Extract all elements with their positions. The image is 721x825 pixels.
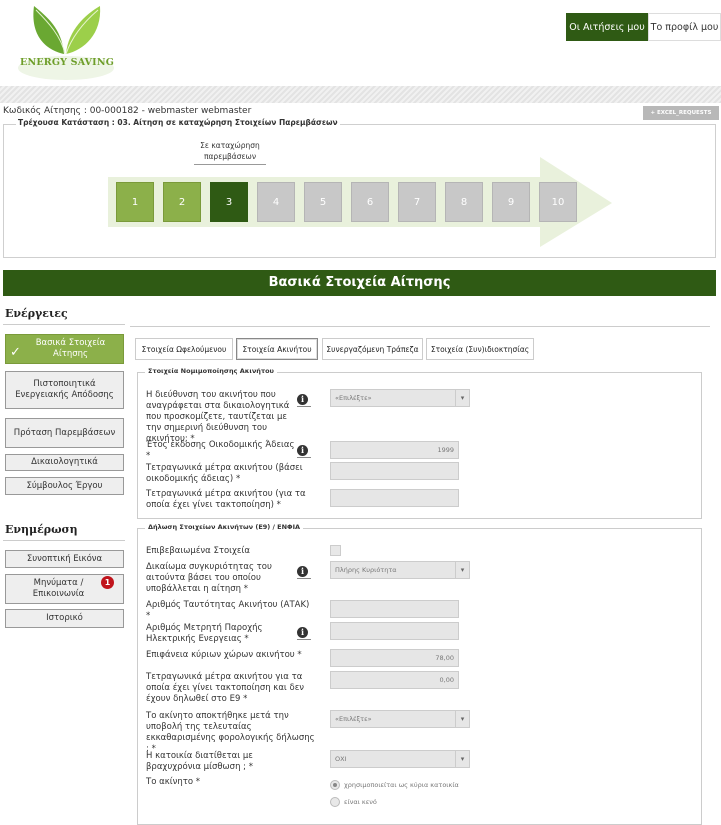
sidebar-item-interventions[interactable]: Πρόταση Παρεμβάσεων — [5, 418, 124, 448]
unread-badge: 1 — [101, 576, 114, 589]
export-excel-button[interactable]: + EXCEL_REQUESTS — [643, 106, 719, 120]
sidebar-item-overview[interactable]: Συνοπτική Εικόνα — [5, 550, 124, 568]
divider — [297, 639, 311, 640]
sidebar-item-energy-certificates[interactable]: Πιστοποιητικά Ενεργειακής Απόδοσης — [5, 371, 124, 409]
nav-my-requests[interactable]: Οι Αιτήσεις μου — [566, 13, 648, 41]
chevron-down-icon: ▾ — [455, 562, 469, 578]
acquired-after-label: Το ακίνητο αποκτήθηκε μετά την υποβολή τ… — [146, 711, 315, 754]
sidebar-item-project-advisor[interactable]: Σύμβουλος Έργου — [5, 477, 124, 495]
energy-saving-logo — [18, 6, 114, 80]
atak-input[interactable] — [330, 600, 459, 618]
info-heading: Ενημέρωση — [5, 523, 78, 536]
nav-my-profile[interactable]: Το προφίλ μου — [648, 13, 721, 41]
radio-main-residence-label: χρησιμοποιείται ως κύρια κατοικία — [344, 781, 459, 789]
section-legend: Στοιχεία Νομιμοποίησης Ακινήτου — [145, 367, 277, 375]
chevron-down-icon: ▾ — [455, 711, 469, 727]
divider — [130, 326, 710, 327]
radio-main-residence[interactable] — [330, 780, 340, 790]
sidebar-item-history[interactable]: Ιστορικό — [5, 609, 124, 628]
chevron-down-icon: ▾ — [455, 751, 469, 767]
divider — [297, 406, 311, 407]
address-match-select[interactable]: «Επιλέξτε» ▾ — [330, 389, 470, 407]
meter-input[interactable] — [330, 622, 459, 640]
tab-bank[interactable]: Συνεργαζόμενη Τράπεζα — [322, 338, 423, 360]
sqm-legalized-label: Τετραγωνικά μέτρα ακινήτου (για τα οποία… — [146, 489, 306, 510]
sqm-legalized-input[interactable] — [330, 489, 459, 507]
divider — [3, 324, 125, 325]
step-4: 4 — [257, 182, 295, 222]
step-10: 10 — [539, 182, 577, 222]
check-icon: ✓ — [10, 345, 21, 360]
divider — [3, 540, 125, 541]
property-use-label: Το ακίνητο * — [146, 777, 200, 787]
status-legend: Τρέχουσα Κατάσταση : 03. Αίτηση σε καταχ… — [16, 118, 340, 127]
step-6: 6 — [351, 182, 389, 222]
radio-vacant-label: είναι κενό — [344, 798, 377, 806]
tab-property[interactable]: Στοιχεία Ακινήτου — [236, 338, 318, 360]
info-icon[interactable]: i — [297, 566, 308, 577]
sidebar-item-documents[interactable]: Δικαιολογητικά — [5, 454, 124, 471]
short-term-select[interactable]: ΟΧΙ ▾ — [330, 750, 470, 768]
confirmed-label: Επιβεβαιωμένα Στοιχεία — [146, 546, 251, 556]
info-icon[interactable]: i — [297, 445, 308, 456]
sqm-permit-input[interactable] — [330, 462, 459, 480]
ownership-label: Δικαίωμα συγκυριότητας του αιτούντα βάσε… — [146, 562, 272, 594]
ownership-select[interactable]: Πλήρης Κυριότητα ▾ — [330, 561, 470, 579]
info-icon[interactable]: i — [297, 394, 308, 405]
main-area-label: Επιφάνεια κύριων χώρων ακινήτου * — [146, 650, 302, 660]
radio-vacant[interactable] — [330, 797, 340, 807]
step-1: 1 — [116, 182, 154, 222]
step-8: 8 — [445, 182, 483, 222]
actions-heading: Ενέργειες — [5, 307, 68, 320]
step-7: 7 — [398, 182, 436, 222]
section-legend: Δήλωση Στοιχείων Ακινήτων (Ε9) / ΕΝΦΙΑ — [145, 523, 304, 531]
request-code: Κωδικός Αίτησης : 00-000182 - webmaster … — [3, 106, 252, 116]
chevron-down-icon: ▾ — [455, 390, 469, 406]
atak-label: Αριθμός Ταυτότητας Ακινήτου (ΑΤΑΚ) * — [146, 600, 310, 621]
address-match-label: Η διεύθυνση του ακινήτου που αναγράφεται… — [146, 390, 290, 444]
divider — [297, 457, 311, 458]
legalized-not-e9-label: Τετραγωνικά μέτρα ακινήτου για τα οποία … — [146, 672, 305, 704]
step-3: 3 — [210, 182, 248, 222]
permit-year-label: Έτος έκδοσης Οικοδομικής Άδειας * — [146, 440, 295, 461]
tab-beneficiary[interactable]: Στοιχεία Ωφελούμενου — [135, 338, 233, 360]
main-area-input[interactable]: 78,00 — [330, 649, 459, 667]
step-2: 2 — [163, 182, 201, 222]
tab-co-ownership[interactable]: Στοιχεία (Συν)ιδιοκτησίας — [426, 338, 534, 360]
logo-text: ENERGY SAVING — [20, 57, 115, 68]
divider — [297, 578, 311, 579]
page-title: Βασικά Στοιχεία Αίτησης — [3, 270, 716, 296]
confirmed-checkbox[interactable] — [330, 545, 341, 556]
permit-year-input[interactable]: 1999 — [330, 441, 459, 459]
legalized-not-e9-input[interactable]: 0,00 — [330, 671, 459, 689]
header-divider — [0, 86, 721, 103]
sqm-permit-label: Τετραγωνικά μέτρα ακινήτου (βάσει οικοδο… — [146, 463, 303, 484]
step-9: 9 — [492, 182, 530, 222]
info-icon[interactable]: i — [297, 627, 308, 638]
step-5: 5 — [304, 182, 342, 222]
acquired-after-select[interactable]: «Επιλέξτε» ▾ — [330, 710, 470, 728]
short-term-label: Η κατοικία διατίθεται με βραχυχρόνια μίσ… — [146, 751, 253, 772]
meter-label: Αριθμός Μετρητή Παροχής Ηλεκτρικής Ενεργ… — [146, 623, 263, 644]
sidebar-item-basic-info[interactable]: Βασικά Στοιχεία Αίτησης — [5, 334, 124, 364]
